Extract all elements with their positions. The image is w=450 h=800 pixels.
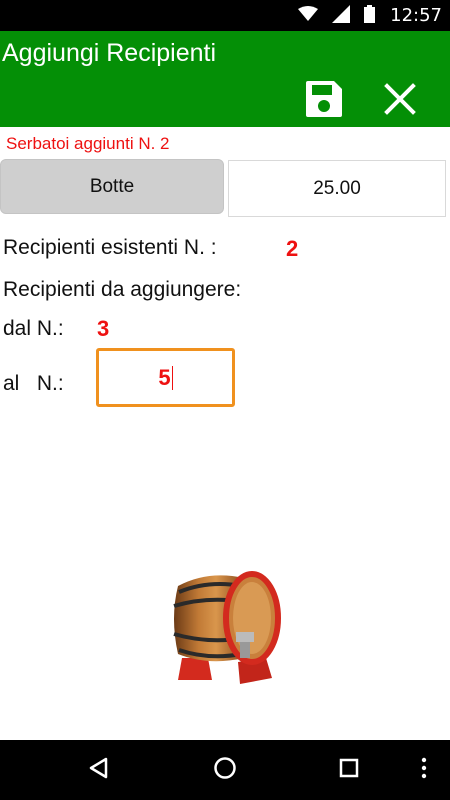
back-button[interactable] [78,754,118,786]
navigation-bar [0,740,450,800]
app-title: Aggiungi Recipienti [2,39,217,67]
more-options-button[interactable] [404,754,444,786]
more-vert-icon [421,757,427,784]
app-bar: Aggiungi Recipienti [0,31,450,127]
close-button[interactable] [378,79,422,123]
recents-button[interactable] [329,754,369,786]
container-type-button[interactable]: Botte [0,159,224,214]
status-bar: 12:57 [0,0,450,31]
recents-icon [338,757,360,784]
text-caret [171,365,173,390]
to-label: al N.: [3,372,64,395]
home-button[interactable] [205,754,245,786]
wifi-icon [298,5,318,27]
container-type-label: Botte [89,175,135,197]
to-number-value: 5 [158,364,171,390]
barrel-image [168,562,284,686]
battery-icon [364,4,375,28]
back-icon [87,756,109,785]
existing-label: Recipienti esistenti N. : [3,236,217,259]
signal-icon [332,4,350,28]
status-time: 12:57 [390,5,442,26]
to-number-input[interactable]: 5 [96,348,235,407]
capacity-field[interactable]: 25.00 [228,160,446,217]
status-icons [298,4,375,28]
from-label: dal N.: [3,317,64,340]
close-icon [384,82,416,120]
existing-value: 2 [286,236,299,261]
added-notice: Serbatoi aggiunti N. 2 [6,134,170,153]
home-icon [213,756,237,785]
save-button[interactable] [302,79,346,123]
save-icon [304,79,344,124]
capacity-value: 25.00 [313,177,361,199]
from-value: 3 [97,316,110,341]
to-add-label: Recipienti da aggiungere: [3,278,242,301]
